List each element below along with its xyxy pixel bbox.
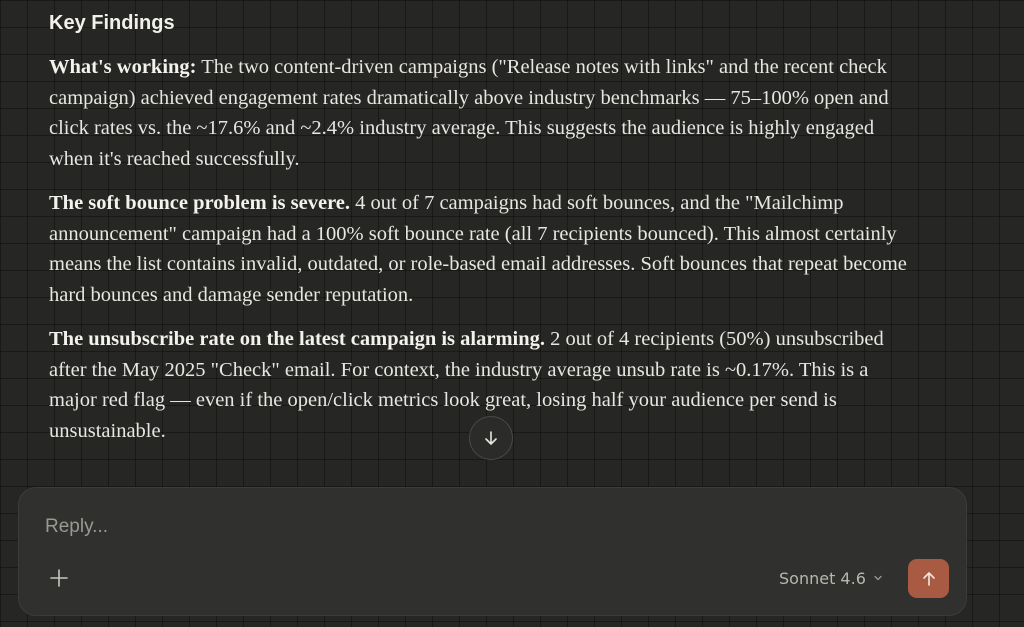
finding-title-working: What's working:: [49, 56, 197, 78]
message-content: Key Findings What's working: The two con…: [49, 8, 919, 460]
arrow-down-icon: [485, 431, 497, 445]
plus-icon: [50, 569, 68, 587]
finding-paragraph-working: What's working: The two content-driven c…: [49, 52, 919, 174]
finding-paragraph-soft-bounce: The soft bounce problem is severe. 4 out…: [49, 188, 919, 310]
scroll-to-bottom-button[interactable]: [469, 416, 513, 460]
arrow-up-icon: [922, 571, 935, 586]
model-selector[interactable]: Sonnet 4.6: [779, 566, 884, 590]
add-attachment-button[interactable]: [45, 564, 73, 592]
finding-title-unsubscribe: The unsubscribe rate on the latest campa…: [49, 328, 545, 350]
finding-title-soft-bounce: The soft bounce problem is severe.: [49, 192, 351, 214]
reply-composer: Sonnet 4.6: [18, 487, 967, 616]
reply-input[interactable]: [45, 510, 925, 544]
chevron-down-icon: [874, 575, 882, 581]
section-heading: Key Findings: [49, 12, 175, 34]
send-button[interactable]: [908, 559, 949, 598]
model-label: Sonnet 4.6: [779, 568, 866, 588]
